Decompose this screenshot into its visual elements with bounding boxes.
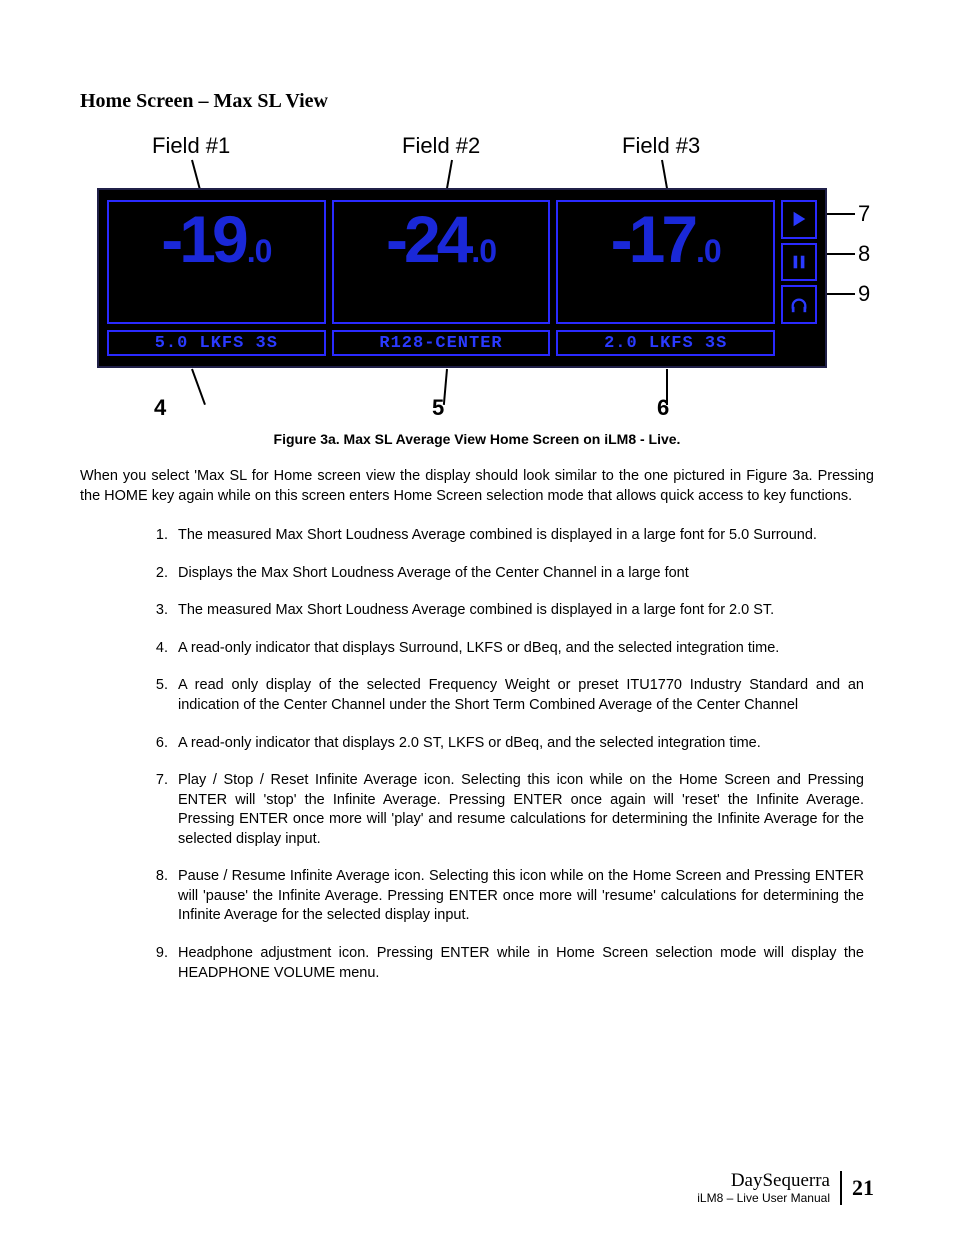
- leader-line: [827, 253, 855, 255]
- intro-paragraph: When you select 'Max SL for Home screen …: [80, 467, 874, 506]
- bar-5: R128-CENTER: [332, 330, 551, 356]
- numbered-list: The measured Max Short Loudness Average …: [80, 526, 874, 983]
- pause-icon[interactable]: [781, 243, 817, 282]
- callout-4: 4: [154, 395, 166, 421]
- field-2-value: -24 .0: [332, 200, 551, 324]
- callout-7: 7: [858, 201, 870, 227]
- callout-5: 5: [432, 395, 444, 421]
- list-item: Headphone adjustment icon. Pressing ENTE…: [172, 944, 864, 983]
- label-field-2: Field #2: [402, 133, 480, 159]
- lcd-display: -19 .0 -24 .0 -17 .0: [97, 188, 827, 368]
- field-3-dec: .0: [696, 235, 721, 267]
- list-item: A read only display of the selected Freq…: [172, 676, 864, 715]
- callout-9: 9: [858, 281, 870, 307]
- field-3-int: -17: [611, 206, 694, 272]
- field-1-dec: .0: [247, 235, 272, 267]
- field-3-value: -17 .0: [556, 200, 775, 324]
- callout-6: 6: [657, 395, 669, 421]
- field-1-int: -19: [161, 206, 244, 272]
- section-heading: Home Screen – Max SL View: [80, 90, 874, 113]
- field-2-dec: .0: [471, 235, 496, 267]
- callout-8: 8: [858, 241, 870, 267]
- field-1-value: -19 .0: [107, 200, 326, 324]
- leader-line: [827, 293, 855, 295]
- label-field-3: Field #3: [622, 133, 700, 159]
- bar-spacer: [781, 330, 817, 356]
- leader-line: [827, 213, 855, 215]
- page-number: 21: [852, 1175, 874, 1201]
- field-2-int: -24: [386, 206, 469, 272]
- list-item: Play / Stop / Reset Infinite Average ico…: [172, 771, 864, 849]
- bar-4: 5.0 LKFS 3S: [107, 330, 326, 356]
- list-item: Pause / Resume Infinite Average icon. Se…: [172, 867, 864, 926]
- play-icon[interactable]: [781, 200, 817, 239]
- headphone-icon[interactable]: [781, 285, 817, 324]
- leader-line: [191, 369, 206, 405]
- icon-column: [781, 200, 817, 324]
- list-item: The measured Max Short Loudness Average …: [172, 526, 864, 546]
- bar-6: 2.0 LKFS 3S: [556, 330, 775, 356]
- label-field-1: Field #1: [152, 133, 230, 159]
- footer-brand: DaySequerra: [697, 1171, 830, 1192]
- list-item: A read-only indicator that displays Surr…: [172, 639, 864, 659]
- figure-caption: Figure 3a. Max SL Average View Home Scre…: [80, 431, 874, 447]
- list-item: The measured Max Short Loudness Average …: [172, 601, 864, 621]
- figure-3a: Field #1 Field #2 Field #3 -19 .0 -24 .0…: [82, 133, 872, 423]
- footer-subtitle: iLM8 – Live User Manual: [697, 1192, 830, 1205]
- page-footer: DaySequerra iLM8 – Live User Manual 21: [697, 1171, 874, 1205]
- list-item: Displays the Max Short Loudness Average …: [172, 564, 864, 584]
- list-item: A read-only indicator that displays 2.0 …: [172, 734, 864, 754]
